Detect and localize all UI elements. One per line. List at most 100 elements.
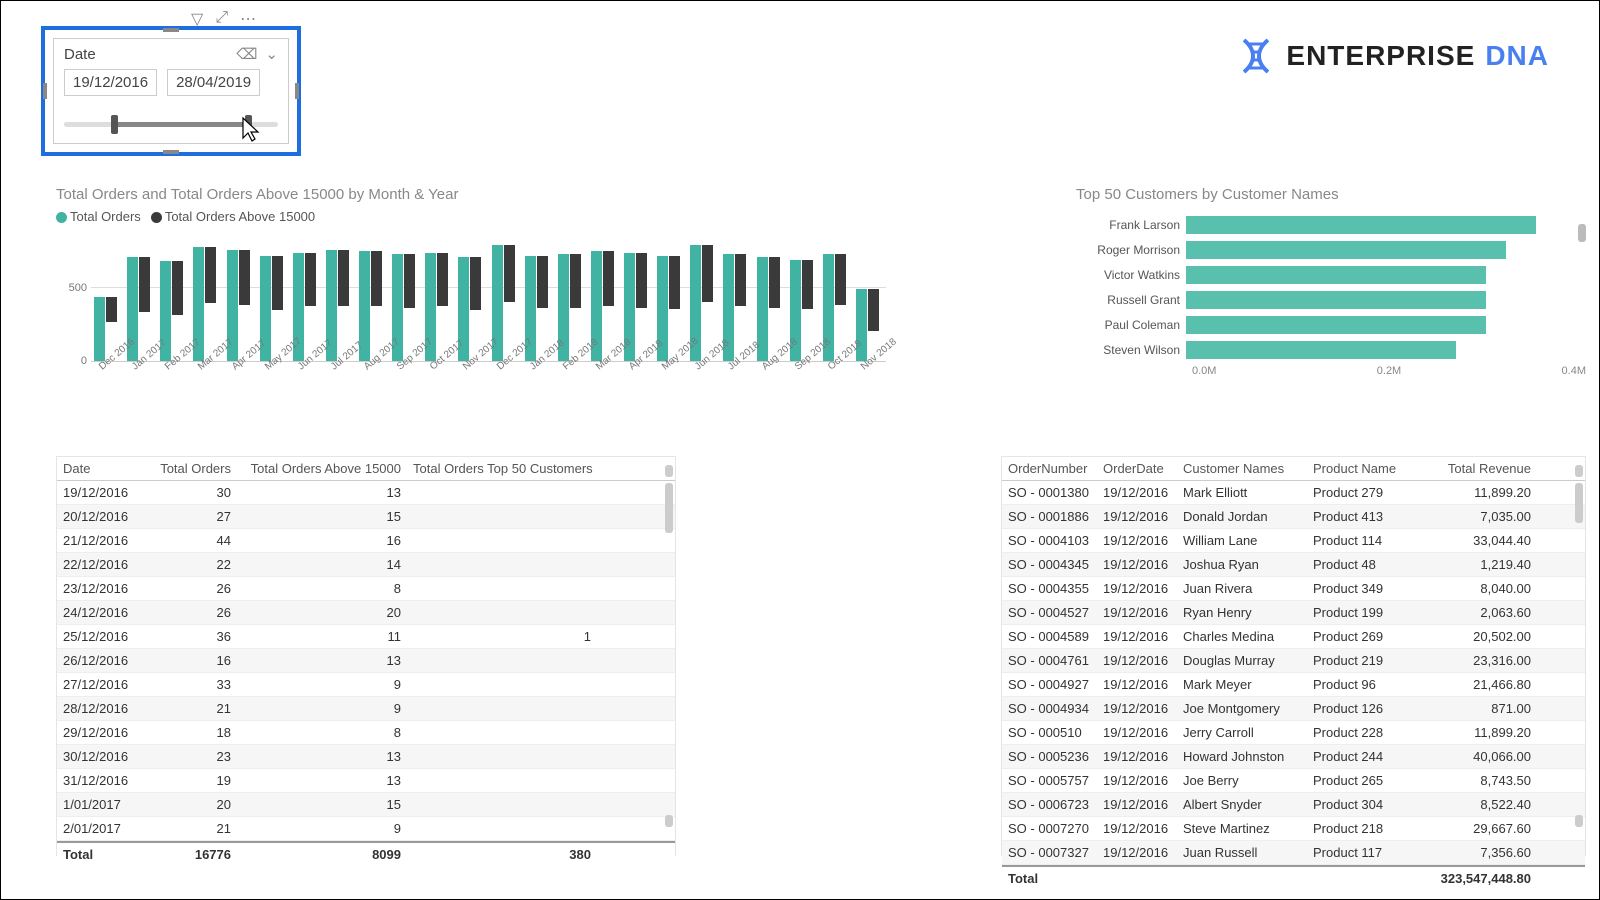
table-row[interactable]: 19/12/20163013	[57, 481, 675, 505]
slider-handle-end[interactable]	[245, 115, 252, 134]
table-row[interactable]: 28/12/2016219	[57, 697, 675, 721]
bar-above-15000	[239, 250, 250, 305]
column-header[interactable]: Date	[57, 457, 142, 480]
table-row[interactable]: 1/01/20172015	[57, 793, 675, 817]
table-row[interactable]: 29/12/2016188	[57, 721, 675, 745]
date-range-slider[interactable]	[64, 112, 278, 142]
slider-handle-start[interactable]	[111, 115, 118, 134]
table-row[interactable]: 23/12/2016268	[57, 577, 675, 601]
table-row[interactable]: 31/12/20161913	[57, 769, 675, 793]
cell: Jerry Carroll	[1177, 721, 1307, 744]
cell: 22	[142, 553, 237, 576]
cell: SO - 0007327	[1002, 841, 1097, 864]
bar-above-15000	[802, 260, 813, 309]
footer-cell: 8099	[237, 843, 407, 866]
column-header[interactable]: Total Orders Top 50 Customers	[407, 457, 597, 480]
top-customer-row: Victor Watkins	[1076, 263, 1586, 286]
selection-handle-top[interactable]	[163, 28, 179, 32]
table-scroll-up[interactable]	[665, 465, 673, 477]
cell: SO - 0005236	[1002, 745, 1097, 768]
column-header[interactable]: Total Revenue	[1417, 457, 1537, 480]
table-row[interactable]: SO - 000476119/12/2016Douglas MurrayProd…	[1002, 649, 1585, 673]
cell: SO - 0001380	[1002, 481, 1097, 504]
table-row[interactable]: SO - 000493419/12/2016Joe MontgomeryProd…	[1002, 697, 1585, 721]
cell: 19/12/2016	[1097, 745, 1177, 768]
table-row[interactable]: SO - 000188619/12/2016Donald JordanProdu…	[1002, 505, 1585, 529]
table-row[interactable]: 27/12/2016339	[57, 673, 675, 697]
column-header[interactable]: OrderNumber	[1002, 457, 1097, 480]
column-header[interactable]: Total Orders Above 15000	[237, 457, 407, 480]
table-row[interactable]: SO - 000672319/12/2016Albert SnyderProdu…	[1002, 793, 1585, 817]
cell: 19/12/2016	[1097, 817, 1177, 840]
table-row[interactable]: SO - 00051019/12/2016Jerry CarrollProduc…	[1002, 721, 1585, 745]
cell: Joshua Ryan	[1177, 553, 1307, 576]
table-scrollbar[interactable]	[1575, 483, 1583, 523]
cell: Juan Rivera	[1177, 577, 1307, 600]
top-customers-chart[interactable]: Top 50 Customers by Customer Names Frank…	[1076, 186, 1586, 401]
selection-handle-left[interactable]	[43, 83, 47, 99]
cell: 27/12/2016	[57, 673, 142, 696]
order-details-table[interactable]: OrderNumberOrderDateCustomer NamesProduc…	[1001, 456, 1586, 856]
table-row[interactable]: SO - 000452719/12/2016Ryan HenryProduct …	[1002, 601, 1585, 625]
table-row[interactable]: 26/12/20161613	[57, 649, 675, 673]
cell: Product 218	[1307, 817, 1417, 840]
bar-above-15000	[603, 251, 614, 306]
cell: 19	[142, 769, 237, 792]
table-row[interactable]: SO - 000435519/12/2016Juan RiveraProduct…	[1002, 577, 1585, 601]
column-header[interactable]: Total Orders	[142, 457, 237, 480]
table-row[interactable]: SO - 000434519/12/2016Joshua RyanProduct…	[1002, 553, 1585, 577]
table-row[interactable]: 22/12/20162214	[57, 553, 675, 577]
table-row[interactable]: SO - 000410319/12/2016William LaneProduc…	[1002, 529, 1585, 553]
cell: 9	[237, 697, 407, 720]
date-slicer-selected[interactable]: Date ⌫ ⌄ 19/12/2016 28/04/2019	[41, 26, 301, 156]
date-to-input[interactable]: 28/04/2019	[167, 69, 260, 96]
cell: 19/12/2016	[1097, 553, 1177, 576]
column-header[interactable]: OrderDate	[1097, 457, 1177, 480]
bar-above-15000	[470, 257, 481, 310]
selection-handle-bottom[interactable]	[163, 150, 179, 154]
table-row[interactable]: 30/12/20162313	[57, 745, 675, 769]
table-scroll-up[interactable]	[1575, 465, 1583, 477]
table-row[interactable]: SO - 000138019/12/2016Mark ElliottProduc…	[1002, 481, 1585, 505]
chevron-down-icon[interactable]: ⌄	[265, 45, 278, 63]
column-header[interactable]: Customer Names	[1177, 457, 1307, 480]
tc-xtick-2: 0.4M	[1562, 365, 1586, 377]
tc-xtick-0: 0.0M	[1192, 365, 1216, 377]
cell: 19/12/2016	[1097, 601, 1177, 624]
table-row[interactable]: 20/12/20162715	[57, 505, 675, 529]
chart-legend: Total Orders Total Orders Above 15000	[56, 209, 886, 224]
table-row[interactable]: 24/12/20162620	[57, 601, 675, 625]
date-from-input[interactable]: 19/12/2016	[64, 69, 157, 96]
table-scrollbar[interactable]	[665, 483, 673, 533]
orders-by-date-table[interactable]: DateTotal OrdersTotal Orders Above 15000…	[56, 456, 676, 856]
table-row[interactable]: 21/12/20164416	[57, 529, 675, 553]
table-scroll-down[interactable]	[665, 815, 673, 827]
table-row[interactable]: SO - 000458919/12/2016Charles MedinaProd…	[1002, 625, 1585, 649]
cell: Joe Berry	[1177, 769, 1307, 792]
table-row[interactable]: SO - 000727019/12/2016Steve MartinezProd…	[1002, 817, 1585, 841]
cell: Product 219	[1307, 649, 1417, 672]
table-row[interactable]: SO - 000575719/12/2016Joe BerryProduct 2…	[1002, 769, 1585, 793]
column-header[interactable]: Product Name	[1307, 457, 1417, 480]
top-customer-row: Steven Wilson	[1076, 338, 1586, 361]
cell: SO - 0004355	[1002, 577, 1097, 600]
eraser-icon[interactable]: ⌫	[236, 45, 257, 63]
table-row[interactable]: 25/12/201636111	[57, 625, 675, 649]
footer-cell: Total	[57, 843, 142, 866]
table-row[interactable]: SO - 000523619/12/2016Howard JohnstonPro…	[1002, 745, 1585, 769]
bar-above-15000	[106, 297, 117, 322]
footer-cell: 16776	[142, 843, 237, 866]
cell: 19/12/2016	[1097, 793, 1177, 816]
table-row[interactable]: SO - 000732719/12/2016Juan RussellProduc…	[1002, 841, 1585, 865]
table-row[interactable]: 2/01/2017219	[57, 817, 675, 841]
footer-cell: 323,547,448.80	[1417, 867, 1537, 890]
y-tick-0: 0	[81, 355, 91, 367]
cell: SO - 0006723	[1002, 793, 1097, 816]
cell: SO - 0004927	[1002, 673, 1097, 696]
selection-handle-right[interactable]	[295, 83, 299, 99]
top-customers-scrollbar[interactable]	[1578, 224, 1586, 242]
table-row[interactable]: SO - 000492719/12/2016Mark MeyerProduct …	[1002, 673, 1585, 697]
customer-name: Russell Grant	[1076, 293, 1186, 307]
orders-column-chart[interactable]: Total Orders and Total Orders Above 1500…	[56, 186, 886, 401]
table-scroll-down[interactable]	[1575, 815, 1583, 827]
